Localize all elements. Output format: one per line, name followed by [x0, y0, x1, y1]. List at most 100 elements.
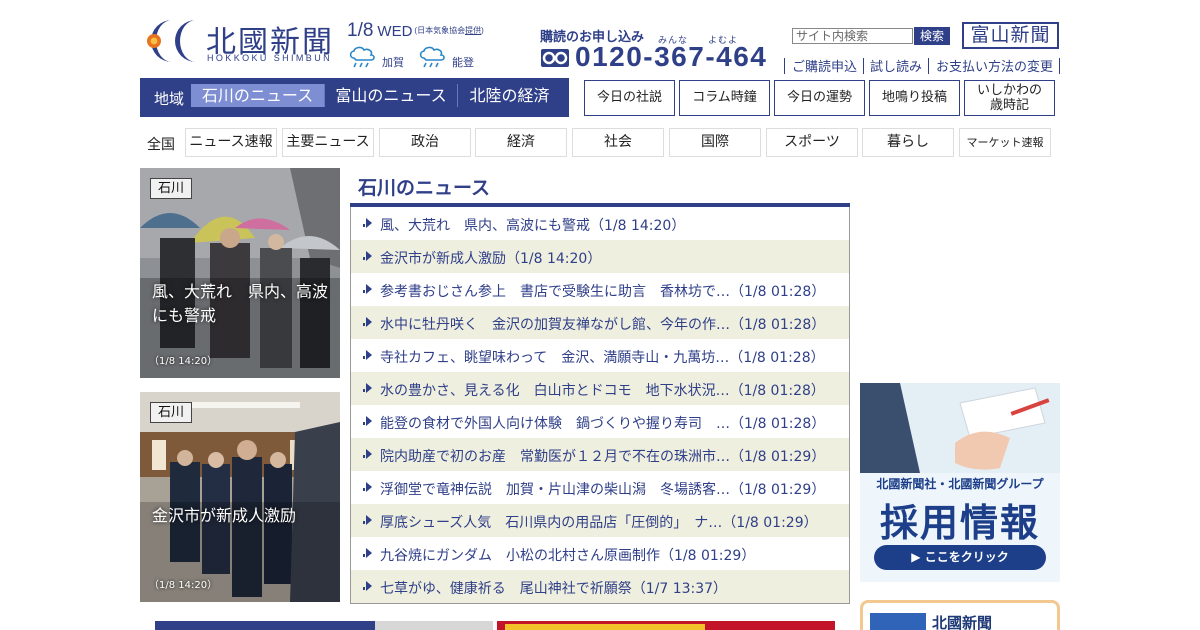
seasonal-calendar-line2: 歳時記: [989, 98, 1029, 113]
bullet-arrow-icon: [363, 449, 372, 459]
news-headline[interactable]: 参考書おじさん参上 書店で受験生に助言 香林坊で…（1/8 01:28）: [380, 281, 825, 301]
region-tag: 石川: [150, 402, 192, 423]
rain-icon: [349, 46, 375, 68]
banner-color-strip: [505, 624, 705, 630]
search-button[interactable]: 検索: [914, 27, 950, 45]
bullet-arrow-icon: [363, 416, 372, 426]
news-headline[interactable]: 院内助産で初のお産 常勤医が１２月で不在の珠洲市…（1/8 01:29）: [380, 446, 825, 466]
banner-image-strip: [375, 621, 493, 630]
news-headline[interactable]: 水の豊かさ、見える化 白山市とドコモ 地下水状況…（1/8 01:28）: [380, 380, 825, 400]
feature-card-storm[interactable]: 石川 風、大荒れ 県内、高波にも警戒 （1/8 14:20）: [140, 168, 340, 378]
news-headline[interactable]: 浮御堂で竜神伝説 加賀・片山津の柴山潟 冬場誘客…（1/8 01:29）: [380, 479, 825, 499]
seasonal-calendar-button[interactable]: いしかわの 歳時記: [964, 80, 1055, 116]
toyama-shimbun-link[interactable]: 富山新聞: [962, 22, 1059, 49]
bottom-banner-left[interactable]: [155, 621, 493, 630]
weather-area-label: 加賀: [382, 56, 404, 69]
logo-subtitle: HOKKOKU SHIMBUN: [207, 53, 333, 63]
link-divider: [1059, 58, 1060, 74]
search-input[interactable]: [792, 28, 913, 44]
recruit-title: 採用情報: [879, 501, 1040, 545]
news-headline[interactable]: 寺社カフェ、眺望味わって 金沢、満願寺山・九萬坊…（1/8 01:28）: [380, 347, 825, 367]
umbrella-crowd-photo: [140, 168, 340, 378]
category-politics[interactable]: 政治: [379, 128, 471, 157]
hokkoku-logo[interactable]: 北國新聞 HOKKOKU SHIMBUN: [140, 16, 340, 66]
feature-caption: 風、大荒れ 県内、高波にも警戒: [152, 282, 329, 325]
news-headline[interactable]: 金沢市が新成人激励（1/8 14:20）: [380, 248, 601, 268]
payment-change-link[interactable]: お支払い方法の変更: [936, 56, 1053, 75]
tab-ishikawa-news[interactable]: 石川のニュース: [191, 84, 324, 107]
rain-icon: [419, 46, 445, 68]
app-promo-card[interactable]: 北國新聞: [860, 600, 1060, 630]
news-item[interactable]: 九谷焼にガンダム 小松の北村さん原画制作（1/8 01:29）: [351, 537, 849, 570]
reader-post-button[interactable]: 地鳴り投稿: [869, 80, 960, 116]
news-headline[interactable]: 風、大荒れ 県内、高波にも警戒（1/8 14:20）: [380, 215, 685, 235]
tab-hokuriku-economy[interactable]: 北陸の経済: [458, 84, 561, 107]
seasonal-calendar-line1: いしかわの: [976, 83, 1042, 98]
news-headline[interactable]: 九谷焼にガンダム 小松の北村さん原画制作（1/8 01:29）: [380, 545, 755, 565]
category-society[interactable]: 社会: [572, 128, 664, 157]
weather-credit-link[interactable]: 提供: [465, 26, 481, 35]
subscription-phone[interactable]: 0120-367-464: [575, 41, 767, 73]
recruit-click-button[interactable]: ▶ ここをクリック: [874, 545, 1046, 570]
weather-credit: (日本気象協会提供): [414, 26, 483, 35]
news-item[interactable]: 水の豊かさ、見える化 白山市とドコモ 地下水状況…（1/8 01:28）: [351, 372, 849, 405]
weather-credit-prefix: (日本気象協会: [414, 26, 466, 35]
news-item[interactable]: 金沢市が新成人激励（1/8 14:20）: [351, 240, 849, 273]
news-headline[interactable]: 水中に牡丹咲く 金沢の加賀友禅ながし館、今年の作…（1/8 01:28）: [380, 314, 825, 334]
news-item[interactable]: 水中に牡丹咲く 金沢の加賀友禅ながし館、今年の作…（1/8 01:28）: [351, 306, 849, 339]
category-international[interactable]: 国際: [669, 128, 761, 157]
news-item[interactable]: 能登の食材で外国人向け体験 鍋づくりや握り寿司 …（1/8 01:28）: [351, 405, 849, 438]
bullet-arrow-icon: [363, 251, 372, 261]
category-sports[interactable]: スポーツ: [766, 128, 858, 157]
news-item[interactable]: 浮御堂で竜神伝説 加賀・片山津の柴山潟 冬場誘客…（1/8 01:29）: [351, 471, 849, 504]
bullet-arrow-icon: [363, 317, 372, 327]
free-dial-icon: [541, 49, 569, 67]
weather-area-label: 能登: [452, 56, 474, 69]
app-icon: [870, 613, 926, 630]
editorial-button[interactable]: 今日の社説: [584, 80, 675, 116]
date-value: 1/8: [347, 20, 374, 41]
news-item[interactable]: 参考書おじさん参上 書店で受験生に助言 香林坊で…（1/8 01:28）: [351, 273, 849, 306]
trial-link[interactable]: 試し読み: [870, 56, 922, 75]
news-list: 風、大荒れ 県内、高波にも警戒（1/8 14:20） 金沢市が新成人激励（1/8…: [350, 207, 850, 604]
bullet-arrow-icon: [363, 581, 372, 591]
ceremony-photo: [140, 392, 340, 602]
news-headline[interactable]: 七草がゆ、健康祈る 尾山神社で祈願祭（1/7 13:37）: [380, 578, 727, 598]
region-nav: 地域 石川のニュース 富山のニュース 北陸の経済: [140, 78, 569, 117]
tab-toyama-news[interactable]: 富山のニュース: [325, 84, 457, 107]
category-top-news[interactable]: 主要ニュース: [282, 128, 374, 157]
news-item[interactable]: 風、大荒れ 県内、高波にも警戒（1/8 14:20）: [351, 207, 849, 240]
horoscope-button[interactable]: 今日の運勢: [774, 80, 865, 116]
feature-timestamp: （1/8 14:20）: [149, 356, 218, 367]
region-tag: 石川: [150, 178, 192, 199]
bullet-arrow-icon: [363, 350, 372, 360]
bullet-arrow-icon: [363, 515, 372, 525]
news-item[interactable]: 寺社カフェ、眺望味わって 金沢、満願寺山・九萬坊…（1/8 01:28）: [351, 339, 849, 372]
region-label: 地域: [154, 90, 185, 108]
news-headline[interactable]: 厚底シューズ人気 石川県内の用品店「圧倒的」 ナ…（1/8 01:29）: [380, 512, 818, 532]
news-item[interactable]: 七草がゆ、健康祈る 尾山神社で祈願祭（1/7 13:37）: [351, 570, 849, 603]
news-item[interactable]: 院内助産で初のお産 常勤医が１２月で不在の珠洲市…（1/8 01:29）: [351, 438, 849, 471]
link-divider: [784, 58, 785, 74]
bullet-arrow-icon: [363, 548, 372, 558]
feature-caption: 金沢市が新成人激励: [152, 506, 297, 525]
weather-credit-suffix: ): [481, 26, 484, 35]
category-market-news[interactable]: マーケット速報: [959, 128, 1051, 157]
column-jisho-button[interactable]: コラム時鐘: [679, 80, 770, 116]
bullet-arrow-icon: [363, 383, 372, 393]
category-economy[interactable]: 経済: [475, 128, 567, 157]
recruit-banner[interactable]: 北國新聞社・北國新聞グループ 採用情報 ▶ ここをクリック: [860, 383, 1060, 582]
link-divider: [863, 58, 864, 74]
news-headline[interactable]: 能登の食材で外国人向け体験 鍋づくりや握り寿司 …（1/8 01:28）: [380, 413, 825, 433]
feature-card-coming-of-age[interactable]: 石川 金沢市が新成人激励 （1/8 14:20）: [140, 392, 340, 602]
news-item[interactable]: 厚底シューズ人気 石川県内の用品店「圧倒的」 ナ…（1/8 01:29）: [351, 504, 849, 537]
today-date: 1/8 WED (日本気象協会提供): [347, 20, 484, 42]
app-name: 北國新聞: [932, 614, 993, 630]
category-national-label[interactable]: 全国: [147, 134, 175, 154]
logo-mark-icon: [147, 20, 196, 62]
subscribe-link[interactable]: ご購読申込: [792, 56, 857, 75]
category-breaking-news[interactable]: ニュース速報: [185, 128, 277, 157]
category-living[interactable]: 暮らし: [862, 128, 954, 157]
recruit-subtitle: 北國新聞社・北國新聞グループ: [876, 477, 1044, 491]
bottom-banner-right[interactable]: [497, 621, 835, 630]
